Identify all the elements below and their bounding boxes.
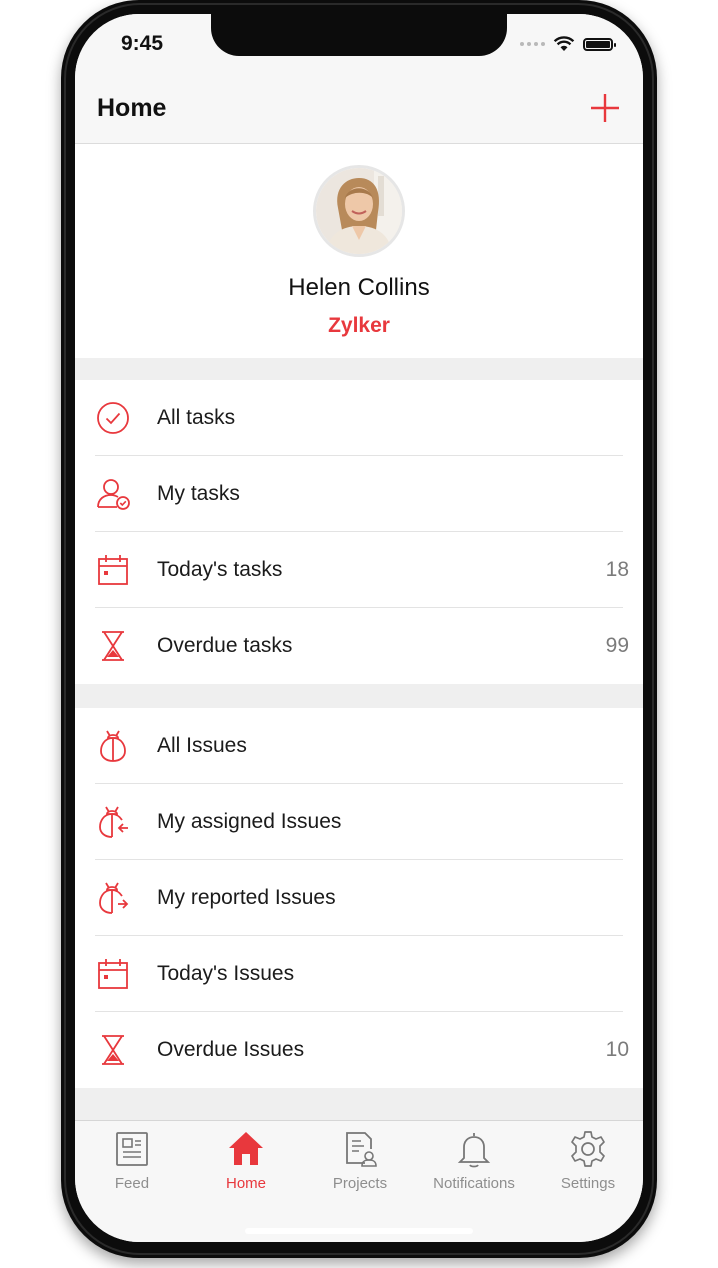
calendar-icon (98, 555, 128, 585)
tab-bar: Feed Home Projects Notifications Setting… (75, 1120, 643, 1242)
row-label: My assigned Issues (157, 810, 342, 833)
row-count: 99 (605, 634, 629, 657)
tab-settings[interactable]: Settings (531, 1129, 643, 1192)
profile-name: Helen Collins (288, 274, 430, 301)
profile-company[interactable]: Zylker (75, 314, 643, 338)
home-indicator (245, 1228, 473, 1234)
tab-label: Projects (332, 1175, 388, 1192)
tab-feed[interactable]: Feed (75, 1129, 189, 1192)
device-notch (211, 14, 507, 56)
hourglass-icon (102, 631, 124, 661)
row-label: My reported Issues (157, 886, 336, 909)
tab-notifications[interactable]: Notifications (417, 1129, 531, 1192)
wifi-icon (553, 36, 575, 51)
row-label: Overdue tasks (157, 634, 293, 657)
tab-label: Home (225, 1175, 266, 1192)
battery-icon (583, 37, 616, 51)
bell-icon (457, 1133, 491, 1168)
tasks-section: All tasks My tasks Today's tasks 18 Over… (75, 380, 643, 684)
home-icon (229, 1132, 263, 1165)
tab-projects[interactable]: Projects (303, 1129, 417, 1192)
row-label: Today's tasks (157, 558, 283, 581)
row-count: 18 (605, 558, 629, 581)
bug-reported-icon (99, 882, 129, 914)
plus-icon[interactable] (589, 92, 621, 124)
overdue-issues-row[interactable]: Overdue Issues 10 (75, 1012, 643, 1088)
status-icons (520, 36, 616, 52)
tab-home[interactable]: Home (189, 1129, 303, 1192)
calendar-icon (98, 959, 128, 989)
overdue-tasks-row[interactable]: Overdue tasks 99 (75, 608, 643, 684)
avatar[interactable] (313, 165, 405, 257)
all-issues-row[interactable]: All Issues (75, 708, 643, 784)
projects-icon (346, 1132, 377, 1167)
feed-icon (116, 1132, 148, 1166)
all-tasks-row[interactable]: All tasks (75, 380, 643, 456)
row-label: Overdue Issues (157, 1038, 305, 1061)
app-screen: 9:45 Home Helen Collins Zylker All tasks… (75, 14, 643, 1242)
todays-tasks-row[interactable]: Today's tasks 18 (75, 532, 643, 608)
my-tasks-row[interactable]: My tasks (75, 456, 643, 532)
row-label: Today's Issues (157, 962, 295, 985)
check-circle-icon (97, 402, 129, 434)
issues-section: All Issues My assigned Issues My reporte… (75, 708, 643, 1088)
row-label: All Issues (157, 734, 247, 757)
gear-icon (571, 1131, 605, 1167)
hourglass-icon (102, 1035, 124, 1065)
section-divider (75, 1088, 643, 1120)
section-divider (75, 358, 643, 380)
row-label: My tasks (157, 482, 240, 505)
phone-frame: 9:45 Home Helen Collins Zylker All tasks… (61, 0, 657, 1258)
row-label: All tasks (157, 406, 236, 429)
my-reported-issues-row[interactable]: My reported Issues (75, 860, 643, 936)
bug-icon (100, 730, 126, 762)
tab-label: Feed (114, 1175, 150, 1192)
profile-card: Helen Collins Zylker (75, 144, 643, 358)
tab-label: Settings (560, 1175, 616, 1192)
status-time: 9:45 (121, 32, 164, 55)
row-count: 10 (605, 1038, 629, 1061)
bug-assigned-icon (99, 806, 128, 838)
section-divider (75, 684, 643, 708)
my-assigned-issues-row[interactable]: My assigned Issues (75, 784, 643, 860)
page-title: Home (97, 94, 167, 122)
todays-issues-row[interactable]: Today's Issues (75, 936, 643, 1012)
signal-icon (520, 42, 545, 46)
tab-label: Notifications (433, 1175, 515, 1192)
user-check-icon (97, 479, 130, 510)
